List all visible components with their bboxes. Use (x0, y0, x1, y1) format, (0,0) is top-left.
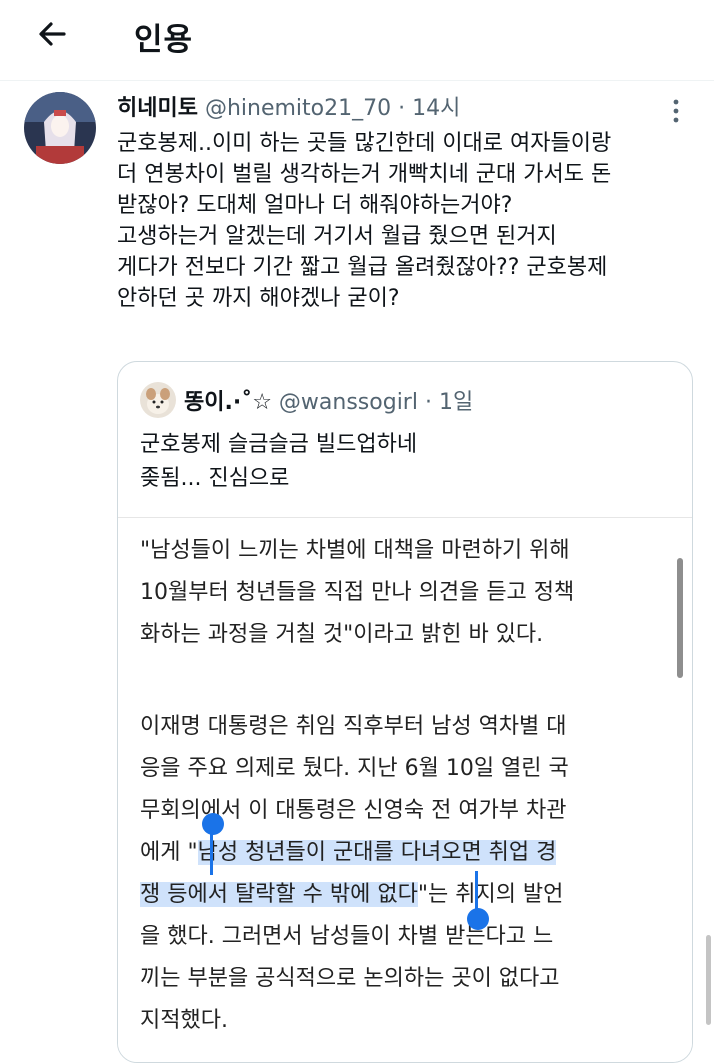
article-line: 이재명 대통령은 취임 직후부터 남성 역차별 대 (140, 714, 567, 739)
quoted-text: 군호봉제 슬금슬금 빌드업하네 좆됨... 진심으로 (140, 428, 417, 496)
page-title: 인용 (134, 22, 194, 58)
tweet-line: 더 연봉차이 벌릴 생각하는거 개빡치네 군대 가서도 돈 (117, 162, 612, 187)
quoted-author-name[interactable]: 똥이.·˚☆ (184, 390, 272, 415)
selection-end-handle[interactable] (467, 908, 489, 930)
tweet-line: 게다가 전보다 기간 짧고 월급 올려줬잖아?? 군호봉제 (117, 255, 608, 280)
article-line: 끼는 부분을 공식적으로 논의하는 곳이 없다고 (140, 966, 560, 991)
article-line: 화하는 과정을 거칠 것"이라고 밝힌 바 있다. (140, 622, 544, 647)
article-line: 에게 "남성 청년들이 군대를 다녀오면 취업 경 (140, 832, 670, 874)
article-screenshot: "남성들이 느끼는 차별에 대책을 마련하기 위해 10월부터 청년들을 직접 … (118, 517, 692, 1062)
article-line: 을 했다. 그러면서 남성들이 차별 받는다고 느 (140, 924, 554, 949)
quoted-line: 좆됨... 진심으로 (140, 466, 290, 491)
article-line: 쟁 등에서 탈락할 수 밖에 없다"는 취지의 발언 (140, 874, 670, 916)
separator-dot: · (398, 96, 406, 121)
article-text: 에게 " (140, 840, 198, 865)
article-line: 지적했다. (140, 1008, 228, 1033)
page-scrollbar[interactable] (706, 935, 711, 1025)
quoted-time[interactable]: 1일 (439, 390, 473, 415)
quoted-avatar[interactable] (140, 382, 176, 418)
tweet-text: 군호봉제..이미 하는 곳들 많긴한데 이대로 여자들이랑 더 연봉차이 벌릴 … (117, 128, 707, 314)
selected-text[interactable]: 남성 청년들이 군대를 다녀오면 취업 경 (197, 840, 557, 865)
article-line: 응을 주요 의제로 뒀다. 지난 6월 10일 열린 국 (140, 756, 569, 781)
top-bar: 인용 (0, 0, 714, 81)
article-paragraph: "남성들이 느끼는 차별에 대책을 마련하기 위해 10월부터 청년들을 직접 … (140, 530, 670, 656)
tweet-line: 고생하는거 알겠는데 거기서 월급 줬으면 된거지 (117, 224, 557, 249)
separator-dot: · (424, 390, 432, 415)
selection-start-cursor (210, 831, 213, 875)
quoted-line: 군호봉제 슬금슬금 빌드업하네 (140, 432, 418, 457)
author-handle[interactable]: @hinemito21_70 (205, 96, 391, 121)
article-line: "남성들이 느끼는 차별에 대책을 마련하기 위해 (140, 538, 570, 563)
quoted-tweet-card[interactable]: 똥이.·˚☆ @wanssogirl · 1일 군호봉제 슬금슬금 빌드업하네 … (117, 361, 693, 1063)
article-paragraph: 이재명 대통령은 취임 직후부터 남성 역차별 대 응을 주요 의제로 뒀다. … (140, 706, 670, 1042)
quoted-author-handle[interactable]: @wanssogirl (279, 390, 418, 415)
back-arrow-icon[interactable] (32, 14, 72, 54)
selected-text[interactable]: 쟁 등에서 탈락할 수 밖에 없다 (140, 882, 418, 907)
tweet-line: 군호봉제..이미 하는 곳들 많긴한데 이대로 여자들이랑 (117, 131, 612, 156)
quoted-header: 똥이.·˚☆ @wanssogirl · 1일 (184, 384, 473, 416)
tweet-line: 안하던 곳 까지 해야겠나 굳이? (117, 286, 400, 311)
tweet-time[interactable]: 14시 (412, 96, 460, 121)
avatar[interactable] (24, 92, 96, 164)
more-options-icon[interactable] (666, 96, 686, 126)
tweet-line: 받잖아? 도대체 얼마나 더 해줘야하는거야? (117, 193, 513, 218)
selection-end-cursor (475, 871, 478, 913)
selection-start-handle[interactable] (202, 813, 224, 835)
tweet-header: 히네미토 @hinemito21_70 · 14시 (117, 90, 460, 122)
article-scrollbar[interactable] (677, 558, 683, 678)
author-name[interactable]: 히네미토 (117, 96, 198, 121)
article-line: 10월부터 청년들을 직접 만나 의견을 듣고 정책 (140, 580, 575, 605)
article-text: "는 취지의 발언 (417, 882, 564, 907)
